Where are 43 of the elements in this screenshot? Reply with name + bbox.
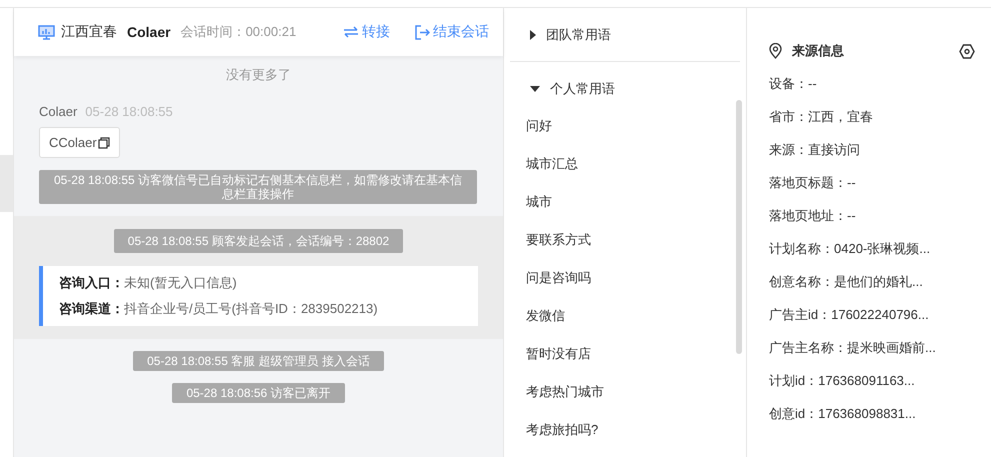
consult-info-text: 咨询渠道：抖音企业号/员工号(抖音号ID：2839502213) [59, 300, 379, 318]
source-info-text: 落地页地址：-- [769, 207, 857, 225]
source-info-text: 落地页标题：-- [769, 174, 857, 192]
source-info-text: 创意名称：是他们的婚礼... [769, 273, 924, 291]
phrase-item[interactable]: 城市汇总 [510, 145, 594, 183]
copy-icon[interactable] [98, 136, 110, 148]
session-duration: 会话时间：00:00:21 [180, 23, 296, 41]
sender-name: Colaer [39, 104, 78, 119]
section-title: 来源信息 [792, 42, 845, 60]
monitor-icon [38, 24, 55, 40]
caret-down-icon [530, 86, 540, 92]
settings-icon[interactable] [959, 44, 975, 58]
source-info-text: 计划名称：0420-张琳视频... [769, 240, 932, 258]
consult-info-text: 咨询入口：未知(暂无入口信息) [59, 274, 238, 292]
visitor-name: Colaer [127, 24, 171, 40]
system-message: 05-28 18:08:55 顾客发起会话，会话编号：28802 [114, 229, 404, 253]
no-more-notice: 没有更多了 [225, 66, 292, 84]
source-info-text: 创意id：176368098831... [769, 405, 917, 423]
system-message: 05-28 18:08:55 访客微信号已自动标记右侧基本信息栏，如需修改请在基本信息栏直接操作 [39, 170, 477, 204]
caret-right-icon [530, 30, 536, 40]
phrase-item[interactable]: 发微信 [510, 297, 581, 335]
phrase-item[interactable]: 暂时没有店 [510, 335, 607, 373]
source-info-text: 广告主名称：提米映画婚前... [769, 339, 937, 357]
source-info-text: 设备：-- [769, 75, 818, 93]
source-info-text: 广告主id：176022240796... [769, 306, 930, 324]
phrase-group-header[interactable]: 团队常用语 [510, 8, 746, 61]
phrase-item[interactable]: 要联系方式 [510, 221, 607, 259]
scrollbar-thumb[interactable] [736, 100, 742, 354]
source-info-text: 计划id：176368091163... [769, 372, 916, 390]
location-label: 江西宜春 [61, 23, 117, 41]
system-message: 05-28 18:08:55 客服 超级管理员 接入会话 [133, 351, 384, 371]
phrase-item[interactable]: 考虑热门城市 [510, 373, 620, 411]
location-pin-icon [769, 43, 782, 59]
message-time: 05-28 18:08:55 [85, 104, 173, 119]
message-bubble: CColaer [39, 127, 120, 158]
phrase-item[interactable]: 考虑旅拍吗? [510, 411, 614, 449]
source-info-text: 省市：江西，宜春 [769, 108, 874, 126]
source-info-text: 来源：直接访问 [769, 141, 861, 159]
phrase-item[interactable]: 问是咨询吗 [510, 259, 607, 297]
swap-arrows-icon [343, 26, 359, 38]
system-message: 05-28 18:08:56 访客已离开 [172, 383, 345, 403]
phrase-item[interactable]: 城市 [510, 183, 568, 221]
exit-icon [414, 24, 430, 40]
